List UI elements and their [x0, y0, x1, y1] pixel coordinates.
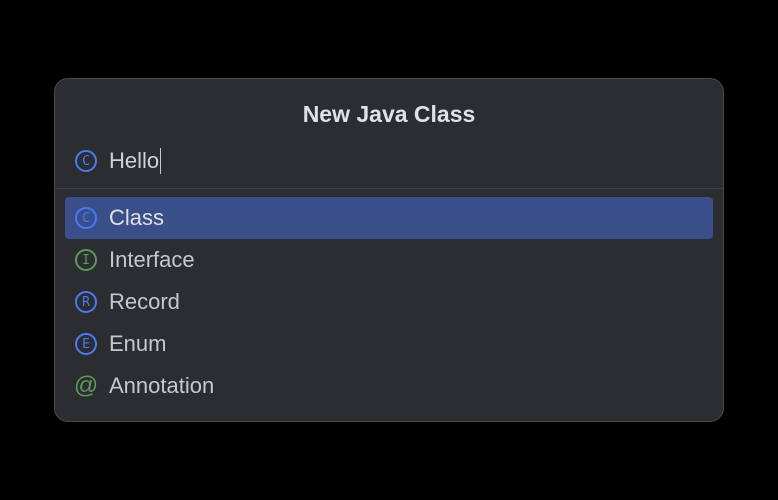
type-option-label: Annotation	[109, 373, 214, 399]
type-option-label: Interface	[109, 247, 195, 273]
type-option-enum[interactable]: E Enum	[65, 323, 713, 365]
new-java-class-dialog: New Java Class C Hello C Class I Interfa…	[54, 78, 724, 422]
name-input-row[interactable]: C Hello	[55, 148, 723, 188]
divider	[55, 188, 723, 189]
interface-icon: I	[75, 249, 97, 271]
name-input[interactable]: Hello	[109, 148, 159, 174]
type-option-annotation[interactable]: @ Annotation	[65, 365, 713, 407]
record-icon: R	[75, 291, 97, 313]
type-option-class[interactable]: C Class	[65, 197, 713, 239]
dialog-title: New Java Class	[55, 79, 723, 148]
annotation-icon: @	[75, 375, 97, 397]
class-icon: C	[75, 150, 97, 172]
type-list: C Class I Interface R Record E Enum @ An…	[55, 197, 723, 407]
type-option-interface[interactable]: I Interface	[65, 239, 713, 281]
text-caret	[160, 148, 161, 174]
class-icon: C	[75, 207, 97, 229]
enum-icon: E	[75, 333, 97, 355]
name-input-wrapper[interactable]: Hello	[109, 148, 703, 174]
type-option-label: Enum	[109, 331, 166, 357]
type-option-label: Record	[109, 289, 180, 315]
type-option-record[interactable]: R Record	[65, 281, 713, 323]
type-option-label: Class	[109, 205, 164, 231]
